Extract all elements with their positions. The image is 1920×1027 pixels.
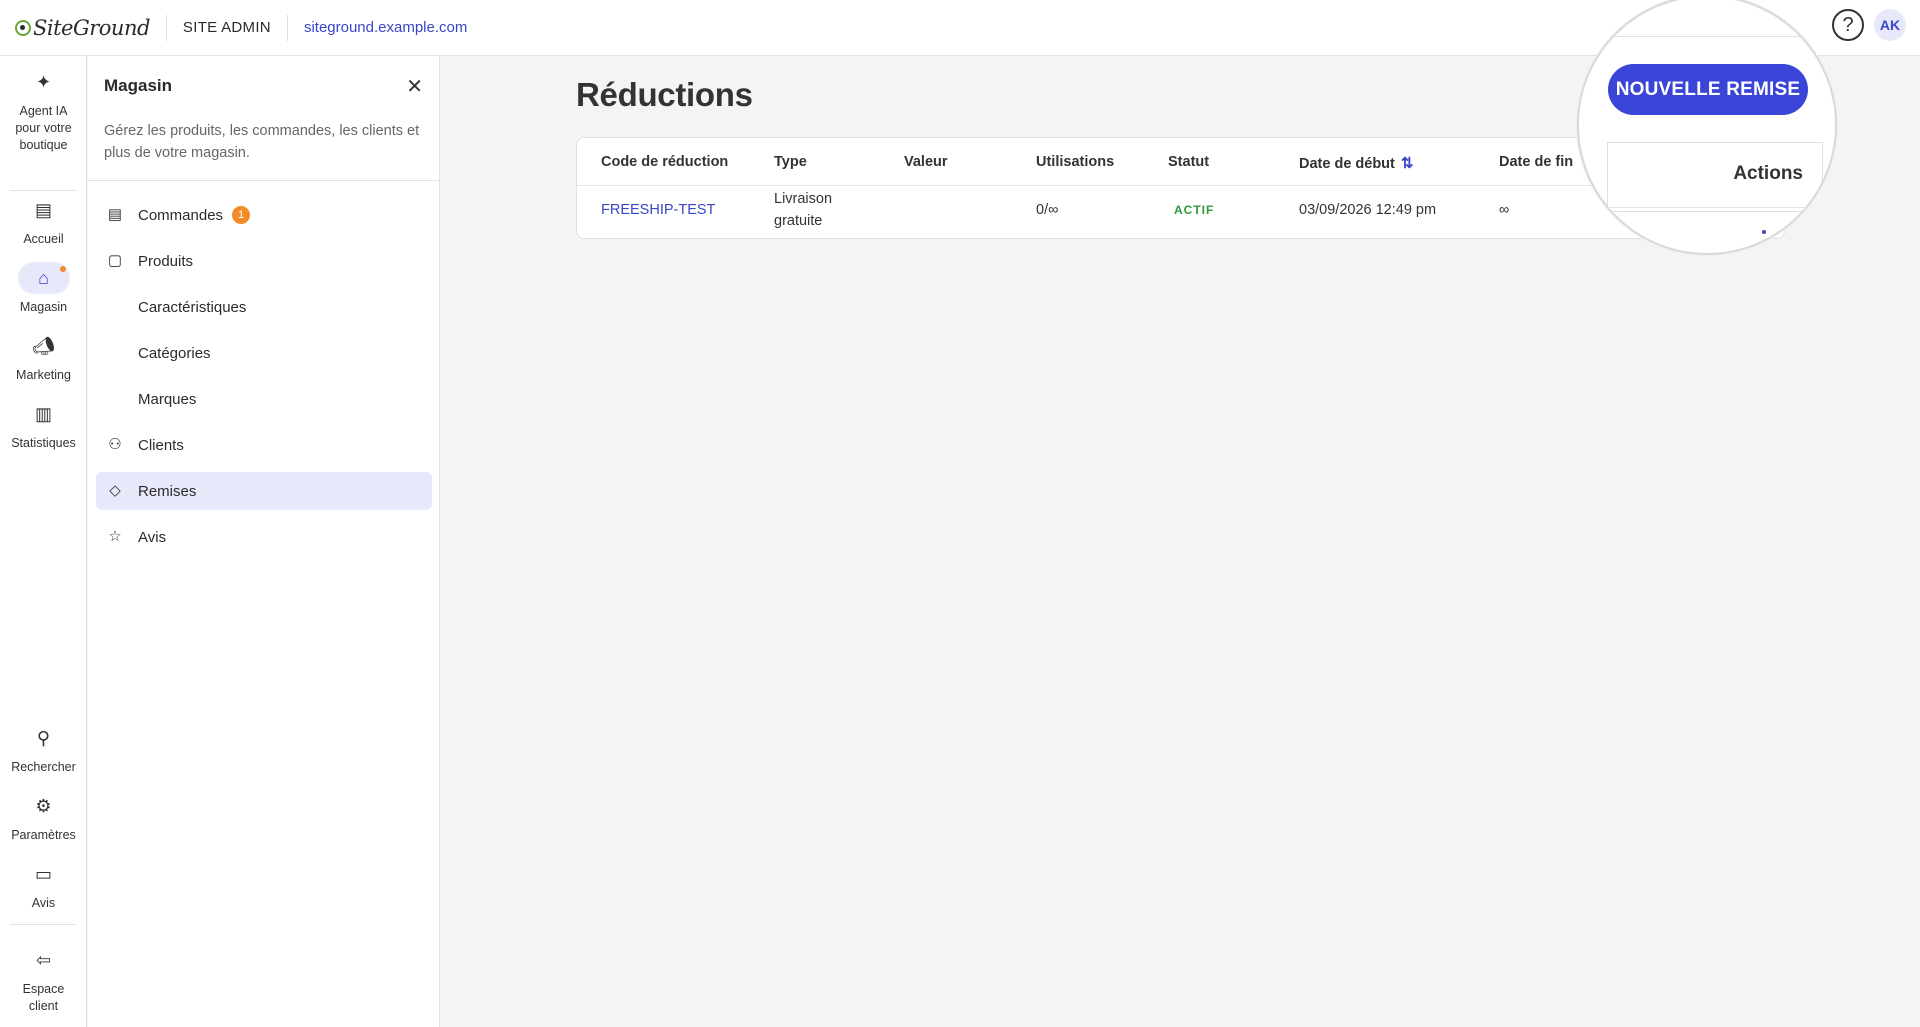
rail-item-label: Avis	[31, 896, 56, 910]
nav-item-label: Catégories	[138, 344, 211, 362]
site-admin-label: SITE ADMIN	[182, 19, 271, 36]
rail-item-label: Paramètres	[11, 828, 76, 842]
column-header-actions: Actions	[1733, 163, 1803, 184]
status-badge: ACTIF	[1174, 203, 1215, 217]
discount-code-link[interactable]: FREESHIP-TEST	[601, 199, 715, 221]
rail-item-magasin[interactable]: ⌂ Magasin	[0, 262, 87, 316]
bag-icon: ▢	[107, 252, 123, 269]
gear-icon: ⚙	[35, 796, 52, 816]
nav-item-remises[interactable]: ◇ Remises	[96, 472, 432, 510]
rail-item-espace-client[interactable]: ⇦ Espace client	[0, 944, 87, 1015]
nav-item-produits[interactable]: ▢ Produits	[96, 242, 432, 280]
receipt-icon: ▤	[107, 206, 123, 223]
column-header-value[interactable]: Valeur	[904, 154, 948, 170]
discount-end-date: ∞	[1499, 202, 1510, 218]
nav-item-avis[interactable]: ☆ Avis	[96, 518, 432, 556]
row-actions-menu-icon[interactable]	[1762, 230, 1766, 234]
rail-item-label: Espace client	[22, 982, 65, 1013]
megaphone-icon: 📣︎	[32, 336, 55, 356]
nav-item-label: Avis	[138, 528, 167, 546]
topbar-actions: ? AK	[1832, 9, 1906, 41]
rail-divider	[10, 190, 77, 191]
rail-item-accueil[interactable]: ▤ Accueil	[0, 194, 87, 248]
star-icon: ☆	[108, 528, 122, 545]
people-icon: ⚇	[108, 436, 122, 453]
discount-type-line: Livraison	[774, 191, 833, 207]
nav-item-label: Remises	[138, 482, 197, 500]
zoom-magnifier: NOUVELLE REMISE Actions	[1577, 0, 1837, 255]
home-dashboard-icon: ▤	[34, 200, 52, 220]
brand-name: SiteGround	[33, 15, 150, 40]
nav-item-label: Marques	[138, 390, 197, 408]
column-header-end-date[interactable]: Date de fin	[1499, 154, 1573, 170]
rail-item-rechercher[interactable]: ⚲ Rechercher	[0, 722, 87, 776]
subnav-description: Gérez les produits, les commandes, les c…	[104, 123, 420, 161]
nav-item-marques[interactable]: Marques	[96, 380, 432, 418]
subnav-title: Magasin	[104, 76, 173, 95]
feedback-icon: ▭	[34, 864, 52, 884]
column-header-status[interactable]: Statut	[1168, 154, 1209, 170]
nav-item-label: Produits	[138, 252, 194, 270]
nav-item-commandes[interactable]: ▤ Commandes 1	[96, 196, 432, 234]
discount-type: Livraison gratuite	[774, 188, 832, 232]
nav-item-caracteristiques[interactable]: Caractéristiques	[96, 288, 432, 326]
column-header-label: Date de début	[1299, 156, 1395, 172]
rail-item-label: Rechercher	[11, 760, 76, 774]
siteground-logo[interactable]: SiteGround	[15, 0, 150, 56]
new-discount-button[interactable]: NOUVELLE REMISE	[1608, 64, 1808, 115]
rail-item-label: Statistiques	[11, 436, 76, 450]
rail-divider	[10, 924, 77, 925]
search-icon: ⚲	[36, 728, 51, 748]
nav-item-label: Commandes	[138, 206, 224, 224]
column-header-uses[interactable]: Utilisations	[1036, 154, 1114, 170]
siteground-logo-icon	[15, 19, 31, 36]
discount-start-date: 03/09/2026 12:49 pm	[1299, 202, 1437, 218]
user-avatar[interactable]: AK	[1874, 9, 1906, 41]
column-header-start-date[interactable]: Date de début ⇅	[1299, 154, 1413, 172]
rail-item-marketing[interactable]: 📣︎ Marketing	[0, 330, 87, 384]
rail-item-avis[interactable]: ▭ Avis	[0, 858, 87, 912]
orders-count-badge: 1	[232, 206, 251, 224]
rail-item-ai-agent[interactable]: ✦ Agent IA pour votre boutique	[0, 66, 87, 154]
page-title: Réductions	[576, 76, 753, 113]
discount-type-line: gratuite	[774, 213, 823, 229]
rail-item-parametres[interactable]: ⚙ Paramètres	[0, 790, 87, 844]
nav-item-label: Clients	[138, 436, 184, 454]
rail-item-label: Marketing	[16, 368, 71, 382]
column-header-code[interactable]: Code de réduction	[601, 154, 728, 170]
help-icon[interactable]: ?	[1832, 9, 1864, 41]
close-icon[interactable]: ✕	[406, 74, 423, 99]
sparkles-icon: ✦	[35, 72, 52, 92]
divider	[286, 14, 288, 41]
rail-item-label: Magasin	[19, 300, 68, 314]
site-url-link[interactable]: siteground.example.com	[304, 19, 467, 36]
exit-icon: ⇦	[35, 950, 52, 970]
icon-rail: ✦ Agent IA pour votre boutique ▤ Accueil…	[0, 56, 87, 1027]
store-icon: ⌂	[17, 262, 70, 294]
divider	[88, 180, 439, 181]
nav-item-categories[interactable]: Catégories	[96, 334, 432, 372]
column-header-type[interactable]: Type	[774, 154, 807, 170]
tag-icon: ◇	[109, 482, 121, 499]
rail-item-label: Agent IA pour votre boutique	[15, 104, 72, 152]
divider	[165, 14, 167, 41]
nav-item-label: Caractéristiques	[138, 298, 247, 316]
notification-dot	[59, 266, 66, 272]
rail-item-label: Accueil	[23, 232, 64, 246]
nav-item-clients[interactable]: ⚇ Clients	[96, 426, 432, 464]
sort-icon[interactable]: ⇅	[1401, 155, 1414, 172]
divider	[1615, 36, 1835, 37]
divider	[1607, 207, 1823, 208]
discount-uses: 0/∞	[1036, 202, 1059, 218]
bar-chart-icon: ▥	[34, 404, 52, 424]
store-subnav-panel: Magasin ✕ Gérez les produits, les comman…	[88, 56, 440, 1027]
rail-item-statistiques[interactable]: ▥ Statistiques	[0, 398, 87, 452]
